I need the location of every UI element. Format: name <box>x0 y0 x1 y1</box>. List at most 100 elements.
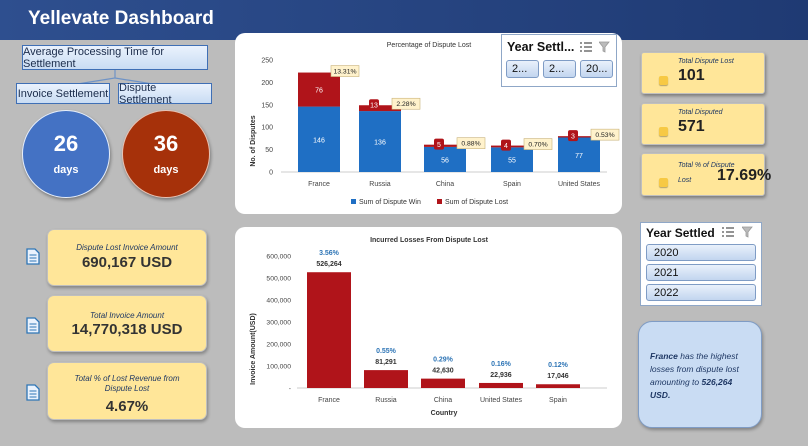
x-tick-label: France <box>318 397 340 404</box>
multi-select-icon[interactable] <box>722 227 734 237</box>
y-tick-label: 600,000 <box>266 254 291 261</box>
pct-callout-label: 2.28% <box>396 101 415 108</box>
kpi-label: Total Invoice Amount <box>89 311 165 320</box>
bullet-icon <box>659 76 668 85</box>
data-label-value: 526,264 <box>316 261 341 268</box>
slicer-item-2020[interactable]: 2020 <box>646 244 756 261</box>
data-label-pct: 3.56% <box>319 250 340 257</box>
year-slicer-small[interactable]: Year Settl... 2... 2... 20... <box>501 34 617 87</box>
data-label-pct: 0.29% <box>433 357 454 364</box>
y-tick-label: - <box>289 386 291 393</box>
kpi-total-disputed: Total Disputed 571 <box>641 103 765 145</box>
data-label-win: 56 <box>441 157 449 164</box>
invoice-settlement-label: Invoice Settlement <box>16 83 110 104</box>
document-icon <box>26 248 40 265</box>
y-tick-label: 500,000 <box>266 276 291 283</box>
y-tick-label: 50 <box>265 147 273 154</box>
data-label-win: 77 <box>575 153 583 160</box>
kpi-label: Total Disputed <box>678 109 723 116</box>
bar-loss <box>421 378 465 388</box>
kpi-value: 101 <box>678 67 705 84</box>
legend-win: Sum of Dispute Win <box>359 199 421 206</box>
x-tick-label: France <box>308 181 330 188</box>
data-label-win: 136 <box>374 140 386 147</box>
x-tick-label: Russia <box>375 397 397 404</box>
kpi-label: Total Dispute Lost <box>678 58 734 65</box>
year-slicer[interactable]: Year Settled 2020 2021 2022 <box>640 222 762 306</box>
incurred-losses-chart: Incurred Losses From Dispute Lost Invoic… <box>250 237 607 417</box>
x-tick-label: United States <box>480 397 523 404</box>
kpi-value: 690,167 USD <box>81 254 173 271</box>
kpi-total-dispute-lost: Total Dispute Lost 101 <box>641 52 765 94</box>
x-tick-label: Spain <box>503 181 521 188</box>
bullet-icon <box>659 178 668 187</box>
note-country: France <box>650 351 678 361</box>
dispute-days-value: 36 <box>153 131 179 156</box>
slicer-item-2021[interactable]: 2... <box>543 60 576 78</box>
invoice-days-circle: 26 days <box>22 110 110 198</box>
data-label-value: 17,046 <box>547 373 569 380</box>
invoice-days-value: 26 <box>53 131 79 156</box>
kpi-lost-revenue-pct: Total % of Lost Revenue from Dispute Los… <box>47 362 207 420</box>
bar-loss <box>536 384 580 388</box>
document-icon <box>26 384 40 401</box>
pct-callout-label: 0.53% <box>595 132 614 139</box>
x-tick-label: China <box>436 181 454 188</box>
data-label-pct: 0.55% <box>376 348 397 355</box>
slicer-item-2021[interactable]: 2021 <box>646 264 756 281</box>
kpi-label: Total % of Lost Revenue from Dispute Los… <box>74 374 180 393</box>
slicer-item-2020[interactable]: 2... <box>506 60 539 78</box>
chart-ylabel: No. of Disputes <box>250 115 257 166</box>
chart-title: Incurred Losses From Dispute Lost <box>370 237 489 244</box>
slicer-title: Year Settled <box>646 226 715 240</box>
y-tick-label: 300,000 <box>266 320 291 327</box>
data-label-lost: 5 <box>437 142 441 149</box>
data-label-value: 42,630 <box>432 368 454 375</box>
data-label-win: 146 <box>313 137 325 144</box>
pct-callout-label: 0.88% <box>461 141 480 148</box>
y-tick-label: 200 <box>261 80 273 87</box>
bullet-icon <box>659 127 668 136</box>
bar-loss <box>364 370 408 388</box>
kpi-total-pct-dispute-lost: Total % of Dispute Lost 17.69% <box>641 153 771 196</box>
data-label-value: 22,936 <box>490 372 512 379</box>
y-tick-label: 400,000 <box>266 298 291 305</box>
kpi-total-invoice: Total Invoice Amount 14,770,318 USD <box>47 295 207 352</box>
kpi-value: 571 <box>678 118 705 135</box>
multi-select-icon[interactable] <box>580 42 592 52</box>
data-label-lost: 4 <box>504 143 508 150</box>
kpi-value: 4.67% <box>105 398 149 415</box>
chart-title: Percentage of Dispute Lost <box>387 42 471 49</box>
data-label-lost: 13 <box>370 103 378 110</box>
x-tick-label: United States <box>558 181 601 188</box>
legend-swatch-win <box>351 199 356 204</box>
pct-callout-label: 0.70% <box>528 142 547 149</box>
y-tick-label: 100 <box>261 125 273 132</box>
clear-filter-icon[interactable] <box>742 226 754 238</box>
kpi-value: 17.69% <box>717 167 772 184</box>
slicer-item-2022[interactable]: 20... <box>580 60 613 78</box>
data-label-pct: 0.12% <box>548 362 569 369</box>
invoice-days-unit: days <box>53 164 79 176</box>
legend-lost: Sum of Dispute Lost <box>445 199 508 206</box>
x-tick-label: Spain <box>549 397 567 404</box>
bar-loss <box>307 272 351 388</box>
kpi-dispute-lost-invoice: Dispute Lost Invoice Amount 690,167 USD <box>47 229 207 286</box>
y-tick-label: 250 <box>261 58 273 65</box>
dispute-days-unit: days <box>153 164 179 176</box>
y-tick-label: 0 <box>269 170 273 177</box>
kpi-value: 14,770,318 USD <box>71 321 183 338</box>
dispute-settlement-label: Dispute Settlement <box>118 82 212 106</box>
data-label-win: 55 <box>508 158 516 165</box>
x-tick-label: China <box>434 397 452 404</box>
x-tick-label: Russia <box>369 181 391 188</box>
data-label-lost: 3 <box>571 134 575 141</box>
data-label-lost: 76 <box>315 88 323 95</box>
pct-callout-label: 13.31% <box>333 69 356 76</box>
slicer-item-2022[interactable]: 2022 <box>646 284 756 301</box>
clear-filter-icon[interactable] <box>599 41 611 53</box>
y-tick-label: 100,000 <box>266 364 291 371</box>
y-tick-label: 200,000 <box>266 342 291 349</box>
legend-swatch-lost <box>437 199 442 204</box>
chart-ylabel: Invoice Amount(USD) <box>250 313 257 385</box>
